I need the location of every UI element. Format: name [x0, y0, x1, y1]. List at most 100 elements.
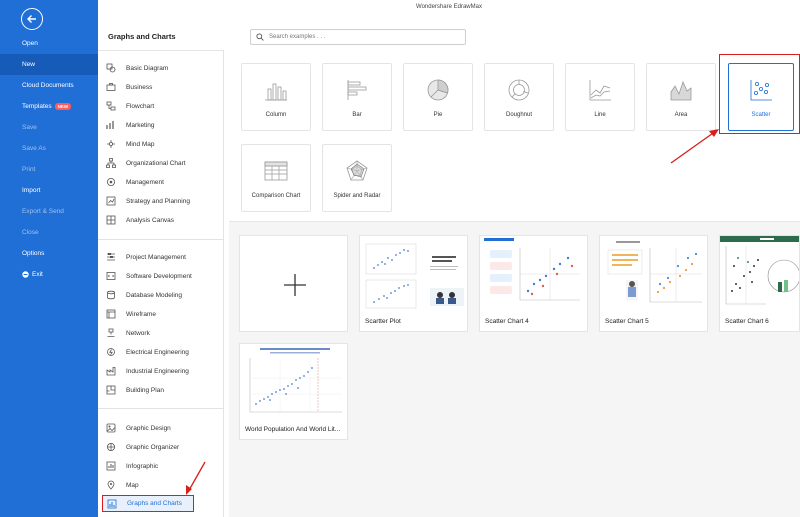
back-button[interactable]: [21, 8, 43, 30]
menu-export-send[interactable]: Export & Send: [0, 201, 98, 222]
category-industrial-engineering[interactable]: Industrial Engineering: [106, 364, 218, 378]
template-preview-image: [480, 236, 587, 312]
category-infographic[interactable]: Infographic: [106, 459, 218, 473]
database-icon: [107, 290, 115, 300]
template-preview-image: [240, 344, 347, 420]
category-electrical-engineering[interactable]: Electrical Engineering: [106, 345, 218, 359]
mind-map-icon: [107, 140, 115, 148]
template-world-population-literacy[interactable]: World Population And World Lit...: [239, 343, 348, 440]
template-label: Scatter Chart 5: [605, 318, 649, 325]
canvas-icon: [106, 215, 116, 225]
chart-type-comparison[interactable]: Comparison Chart: [241, 144, 311, 212]
category-wireframe[interactable]: Wireframe: [106, 307, 218, 321]
chart-type-column[interactable]: Column: [241, 63, 311, 131]
category-management[interactable]: Management: [106, 175, 218, 189]
chart-type-spider-radar[interactable]: Spider and Radar: [322, 144, 392, 212]
column-chart-icon: [265, 83, 287, 101]
category-label: Business: [126, 83, 153, 91]
category-list: Basic Diagram Business Flowchart Marketi…: [98, 0, 224, 517]
network-icon: [107, 328, 115, 337]
category-label: Electrical Engineering: [126, 348, 189, 356]
menu-templates[interactable]: Templates NEW: [0, 96, 98, 117]
chart-type-bar[interactable]: Bar: [322, 63, 392, 131]
category-map[interactable]: Map: [106, 478, 218, 492]
project-icon: [107, 253, 115, 261]
infographic-icon: [106, 461, 116, 471]
org-chart-icon: [106, 158, 116, 168]
exit-icon: [22, 271, 29, 278]
chart-type-pie[interactable]: Pie: [403, 63, 473, 131]
category-label: Graphs and Charts: [127, 500, 182, 507]
category-network[interactable]: Network: [106, 326, 218, 340]
template-preview-image: [360, 236, 467, 312]
template-label: Scatter Chart 6: [725, 318, 769, 325]
chart-type-line[interactable]: Line: [565, 63, 635, 131]
category-basic-diagram[interactable]: Basic Diagram: [106, 61, 218, 75]
menu-open-label: Open: [22, 40, 38, 47]
menu-new-label: New: [22, 61, 36, 68]
category-strategy-planning[interactable]: Strategy and Planning: [106, 194, 218, 208]
category-marketing[interactable]: Marketing: [106, 118, 218, 132]
menu-print[interactable]: Print: [0, 159, 98, 180]
building-plan-icon: [106, 385, 116, 395]
template-scatter-chart-5[interactable]: Scatter Chart 5: [599, 235, 708, 332]
category-flowchart[interactable]: Flowchart: [106, 99, 218, 113]
category-software-development[interactable]: Software Development: [106, 269, 218, 283]
electrical-icon: [107, 348, 115, 356]
category-graphic-organizer[interactable]: Graphic Organizer: [106, 440, 218, 454]
template-preview-image: [720, 236, 799, 312]
chart-type-label: Pie: [433, 112, 443, 118]
chart-type-area[interactable]: Area: [646, 63, 716, 131]
menu-exit-label: Exit: [32, 271, 43, 278]
chart-type-label: Comparison Chart: [251, 193, 301, 199]
graphic-design-icon: [106, 423, 116, 433]
menu-save[interactable]: Save: [0, 117, 98, 138]
category-project-management[interactable]: Project Management: [106, 250, 218, 264]
menu-close[interactable]: Close: [0, 222, 98, 243]
template-label: Scartter Plot: [365, 318, 401, 325]
category-label: Software Development: [126, 272, 192, 280]
template-scatter-plot[interactable]: Scartter Plot: [359, 235, 468, 332]
category-label: Project Management: [126, 253, 186, 261]
menu-options[interactable]: Options: [0, 243, 98, 264]
graphs-charts-icon: [107, 499, 117, 508]
template-scatter-chart-6[interactable]: Scatter Chart 6: [719, 235, 800, 332]
menu-close-label: Close: [22, 229, 39, 236]
category-organizational-chart[interactable]: Organizational Chart: [106, 156, 218, 170]
category-label: Mind Map: [126, 140, 155, 148]
chart-type-label: Spider and Radar: [333, 193, 381, 199]
category-building-plan[interactable]: Building Plan: [106, 383, 218, 397]
chart-type-label: Doughnut: [505, 112, 533, 118]
category-database-modeling[interactable]: Database Modeling: [106, 288, 218, 302]
basic-diagram-icon: [106, 63, 116, 73]
industrial-icon: [106, 367, 116, 376]
management-icon: [107, 178, 115, 186]
category-graphic-design[interactable]: Graphic Design: [106, 421, 218, 435]
category-label: Graphic Design: [126, 424, 171, 432]
category-label: Graphic Organizer: [126, 443, 180, 451]
menu-export-send-label: Export & Send: [22, 208, 64, 215]
category-analysis-canvas[interactable]: Analysis Canvas: [106, 213, 218, 227]
category-business[interactable]: Business: [106, 80, 218, 94]
menu-cloud-documents[interactable]: Cloud Documents: [0, 75, 98, 96]
category-mind-map[interactable]: Mind Map: [106, 137, 218, 151]
menu-exit[interactable]: Exit: [0, 264, 98, 285]
category-label: Database Modeling: [126, 291, 183, 299]
menu-open[interactable]: Open: [0, 33, 98, 54]
flowchart-icon: [106, 101, 116, 111]
category-label: Strategy and Planning: [126, 197, 190, 205]
new-blank-template[interactable]: [239, 235, 348, 332]
menu-import[interactable]: Import: [0, 180, 98, 201]
menu-new[interactable]: New: [0, 54, 98, 75]
app-window: Open New Cloud Documents Templates NEW Sa…: [0, 0, 800, 517]
search-placeholder: Search examples . . .: [269, 34, 326, 40]
template-label: World Population And World Lit...: [245, 426, 341, 433]
file-menu: Open New Cloud Documents Templates NEW Sa…: [0, 0, 98, 517]
chart-type-panel: Column Bar Pie Doughnut Line Area Scatte…: [229, 50, 800, 222]
template-scatter-chart-4[interactable]: Scatter Chart 4: [479, 235, 588, 332]
category-graphs-and-charts[interactable]: Graphs and Charts: [102, 495, 194, 512]
search-input[interactable]: Search examples . . .: [250, 29, 466, 45]
category-label: Management: [126, 178, 164, 186]
menu-save-as[interactable]: Save As: [0, 138, 98, 159]
chart-type-doughnut[interactable]: Doughnut: [484, 63, 554, 131]
